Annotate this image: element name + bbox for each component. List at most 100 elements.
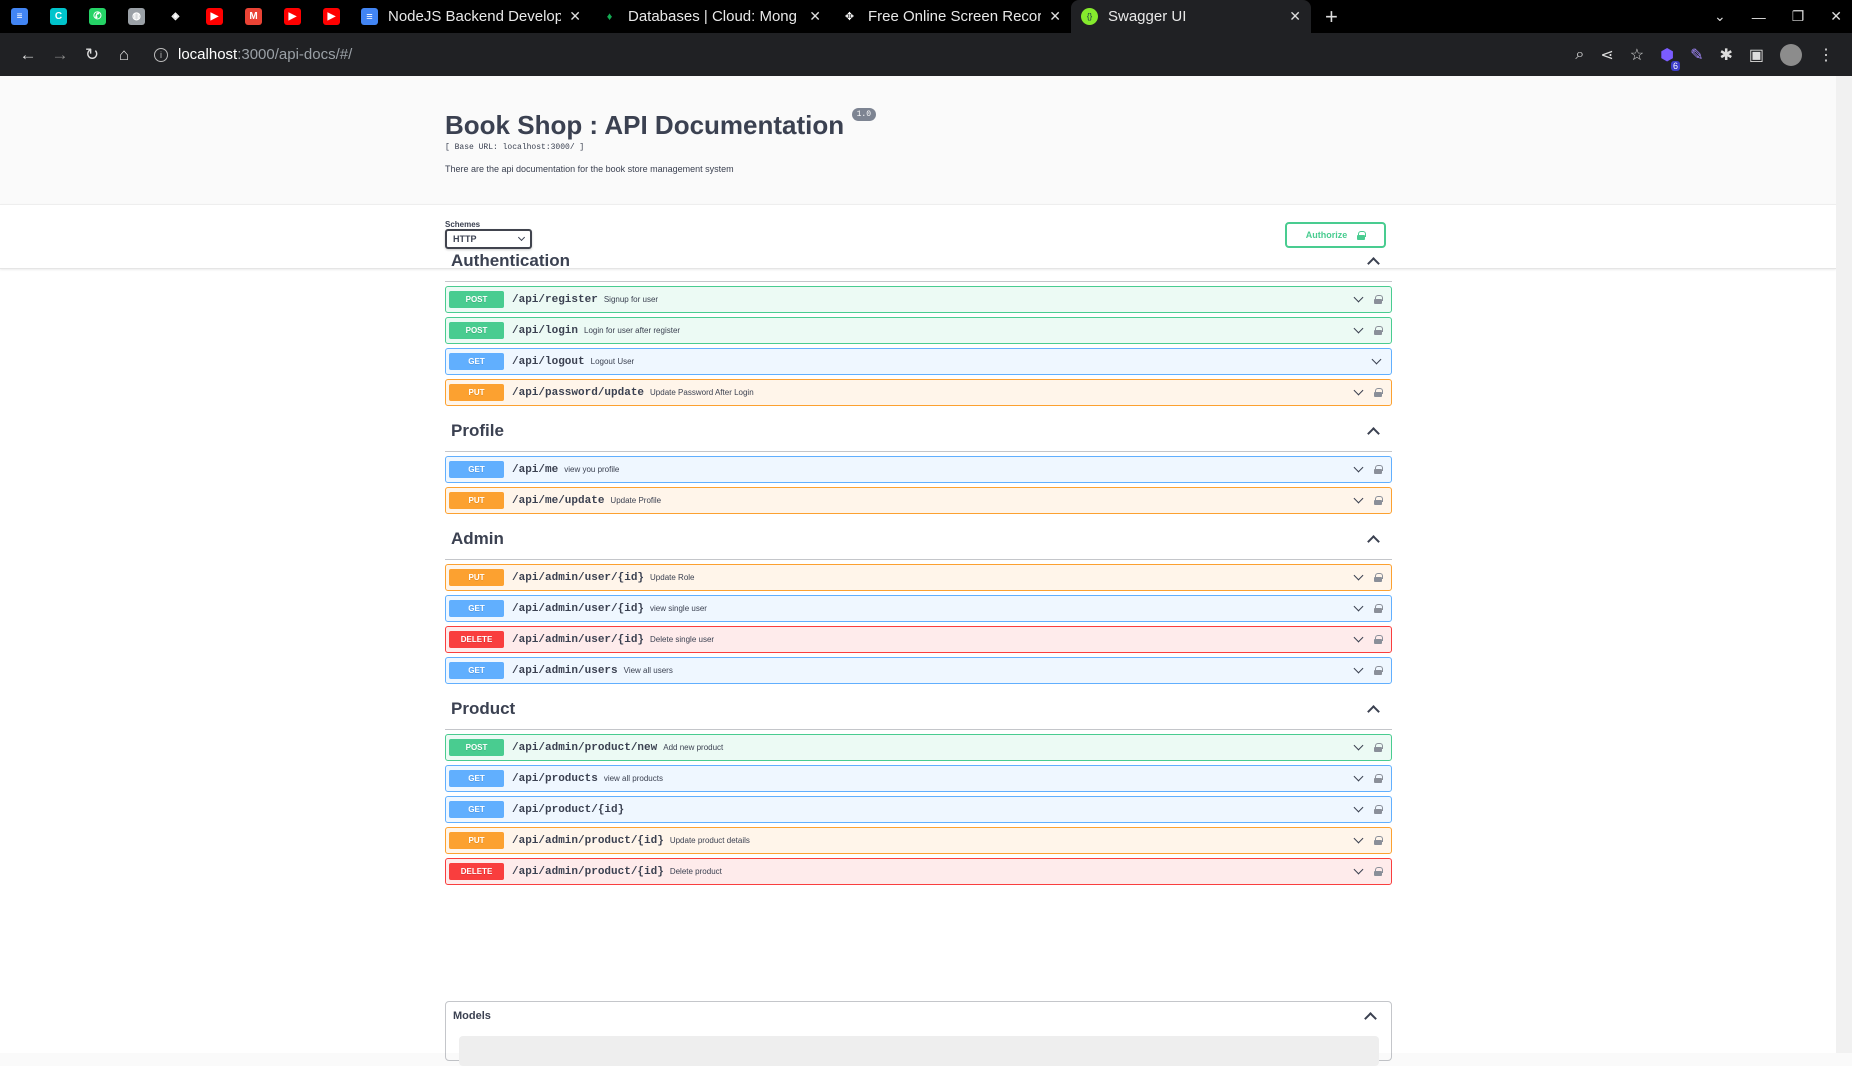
lock-icon[interactable]	[1374, 805, 1383, 814]
operation-get[interactable]: GET/api/products view all products	[445, 765, 1392, 792]
pinned-tab[interactable]: ▶	[312, 0, 351, 33]
profile-avatar[interactable]	[1780, 43, 1802, 66]
address-path: :3000/api-docs/#/	[237, 46, 353, 63]
operation-summary: view single user	[650, 604, 707, 613]
lock-icon[interactable]	[1374, 573, 1383, 582]
method-badge: PUT	[449, 492, 504, 509]
chevron-down-icon[interactable]	[1353, 601, 1364, 612]
window-controls: ⌄ — ❐ ✕	[1714, 0, 1842, 33]
back-icon[interactable]: ←	[12, 45, 44, 65]
chevron-up-icon	[1367, 534, 1380, 548]
method-badge: DELETE	[449, 631, 504, 648]
lock-icon[interactable]	[1374, 496, 1383, 505]
operation-get[interactable]: GET/api/admin/users View all users	[445, 657, 1392, 684]
lock-icon[interactable]	[1374, 326, 1383, 335]
maximize-icon[interactable]: ❐	[1792, 8, 1805, 25]
page-scrollbar[interactable]	[1836, 76, 1852, 1053]
chevron-down-icon[interactable]	[1353, 493, 1364, 504]
operation-delete[interactable]: DELETE/api/admin/product/{id} Delete prod…	[445, 858, 1392, 885]
chevron-down-icon[interactable]	[1353, 802, 1364, 813]
zoom-icon[interactable]: ⌕	[1575, 46, 1584, 64]
tag-header-authentication[interactable]: Authentication	[445, 240, 1392, 282]
site-info-icon[interactable]: i	[154, 47, 168, 62]
chevron-down-icon[interactable]	[1353, 462, 1364, 473]
new-tab-button[interactable]: +	[1325, 4, 1338, 30]
browser-tab[interactable]: ✥ Free Online Screen Recor ✕	[831, 0, 1071, 33]
method-badge: POST	[449, 739, 504, 756]
tab-search-chevron-icon[interactable]: ⌄	[1714, 8, 1726, 25]
browser-tab[interactable]: {} Swagger UI ✕	[1071, 0, 1311, 33]
pinned-tab[interactable]: ◍	[117, 0, 156, 33]
chevron-down-icon[interactable]	[1353, 864, 1364, 875]
operation-post[interactable]: POST/api/register Signup for user	[445, 286, 1392, 313]
tag-header-admin[interactable]: Admin	[445, 518, 1392, 560]
minimize-icon[interactable]: —	[1752, 9, 1766, 25]
chevron-down-icon[interactable]	[1353, 323, 1364, 334]
pinned-tab[interactable]: ▶	[273, 0, 312, 33]
feather-extension-icon[interactable]: ✎	[1690, 45, 1703, 65]
tag-header-product[interactable]: Product	[445, 688, 1392, 730]
chevron-down-icon[interactable]	[1353, 385, 1364, 396]
operation-put[interactable]: PUT/api/admin/user/{id} Update Role	[445, 564, 1392, 591]
operation-get[interactable]: GET/api/me view you profile	[445, 456, 1392, 483]
lock-icon[interactable]	[1374, 635, 1383, 644]
chevron-down-icon[interactable]	[1353, 771, 1364, 782]
operation-put[interactable]: PUT/api/admin/product/{id} Update product…	[445, 827, 1392, 854]
lock-icon[interactable]	[1374, 666, 1383, 675]
models-header[interactable]: Models	[446, 1002, 1391, 1030]
close-tab-icon[interactable]: ✕	[809, 8, 821, 25]
tag-header-profile[interactable]: Profile	[445, 410, 1392, 452]
chevron-down-icon[interactable]	[1353, 833, 1364, 844]
chevron-down-icon[interactable]	[1353, 632, 1364, 643]
operation-get[interactable]: GET/api/logout Logout User	[445, 348, 1392, 375]
home-icon[interactable]: ⌂	[108, 45, 140, 65]
close-tab-icon[interactable]: ✕	[1049, 8, 1061, 25]
lock-icon[interactable]	[1374, 604, 1383, 613]
browser-menu-icon[interactable]: ⋮	[1818, 45, 1834, 65]
operation-put[interactable]: PUT/api/password/update Update Password A…	[445, 379, 1392, 406]
lock-icon[interactable]	[1374, 388, 1383, 397]
close-window-icon[interactable]: ✕	[1830, 8, 1842, 25]
lock-icon[interactable]	[1374, 867, 1383, 876]
operation-put[interactable]: PUT/api/me/update Update Profile	[445, 487, 1392, 514]
browser-tab[interactable]: ≡ NodeJS Backend Develop ✕	[351, 0, 591, 33]
pinned-tab[interactable]: C	[39, 0, 78, 33]
browser-tab[interactable]: ♦ Databases | Cloud: Mong ✕	[591, 0, 831, 33]
close-tab-icon[interactable]: ✕	[569, 8, 581, 25]
extension-icon[interactable]: ⬢ 6	[1660, 45, 1681, 71]
address-bar[interactable]: i localhost:3000/api-docs/#/	[154, 38, 1524, 71]
chevron-down-icon[interactable]	[1371, 354, 1382, 365]
operation-post[interactable]: POST/api/admin/product/new Add new produc…	[445, 734, 1392, 761]
lock-icon	[1357, 230, 1367, 240]
pinned-tab[interactable]: ≡	[0, 0, 39, 33]
lock-icon[interactable]	[1374, 836, 1383, 845]
chevron-down-icon[interactable]	[1353, 740, 1364, 751]
extensions-puzzle-icon[interactable]: ✱	[1719, 45, 1732, 65]
forward-icon[interactable]: →	[44, 45, 76, 65]
chevron-down-icon[interactable]	[1353, 292, 1364, 303]
extension-badge: 6	[1671, 60, 1681, 71]
pinned-tab[interactable]: ◈	[156, 0, 195, 33]
lock-icon[interactable]	[1374, 774, 1383, 783]
side-panel-icon[interactable]: ▣	[1749, 45, 1764, 65]
pinned-tab[interactable]: ✆	[78, 0, 117, 33]
pinned-tab[interactable]: M	[234, 0, 273, 33]
authorize-label: Authorize	[1305, 230, 1348, 240]
chevron-down-icon[interactable]	[1353, 663, 1364, 674]
share-icon[interactable]: ⋖	[1600, 45, 1613, 65]
operation-post[interactable]: POST/api/login Login for user after regis…	[445, 317, 1392, 344]
lock-icon[interactable]	[1374, 295, 1383, 304]
address-host: localhost	[178, 46, 238, 63]
lock-icon[interactable]	[1374, 465, 1383, 474]
operation-get[interactable]: GET/api/product/{id}	[445, 796, 1392, 823]
youtube-icon: ▶	[206, 8, 223, 25]
operation-get[interactable]: GET/api/admin/user/{id} view single user	[445, 595, 1392, 622]
reload-icon[interactable]: ↻	[76, 45, 108, 65]
pinned-tab[interactable]: ▶	[195, 0, 234, 33]
bookmark-star-icon[interactable]: ☆	[1630, 45, 1644, 65]
operation-path: /api/admin/product/{id}	[512, 865, 664, 878]
lock-icon[interactable]	[1374, 743, 1383, 752]
operation-delete[interactable]: DELETE/api/admin/user/{id} Delete single …	[445, 626, 1392, 653]
chevron-down-icon[interactable]	[1353, 570, 1364, 581]
close-tab-icon[interactable]: ✕	[1289, 8, 1301, 25]
